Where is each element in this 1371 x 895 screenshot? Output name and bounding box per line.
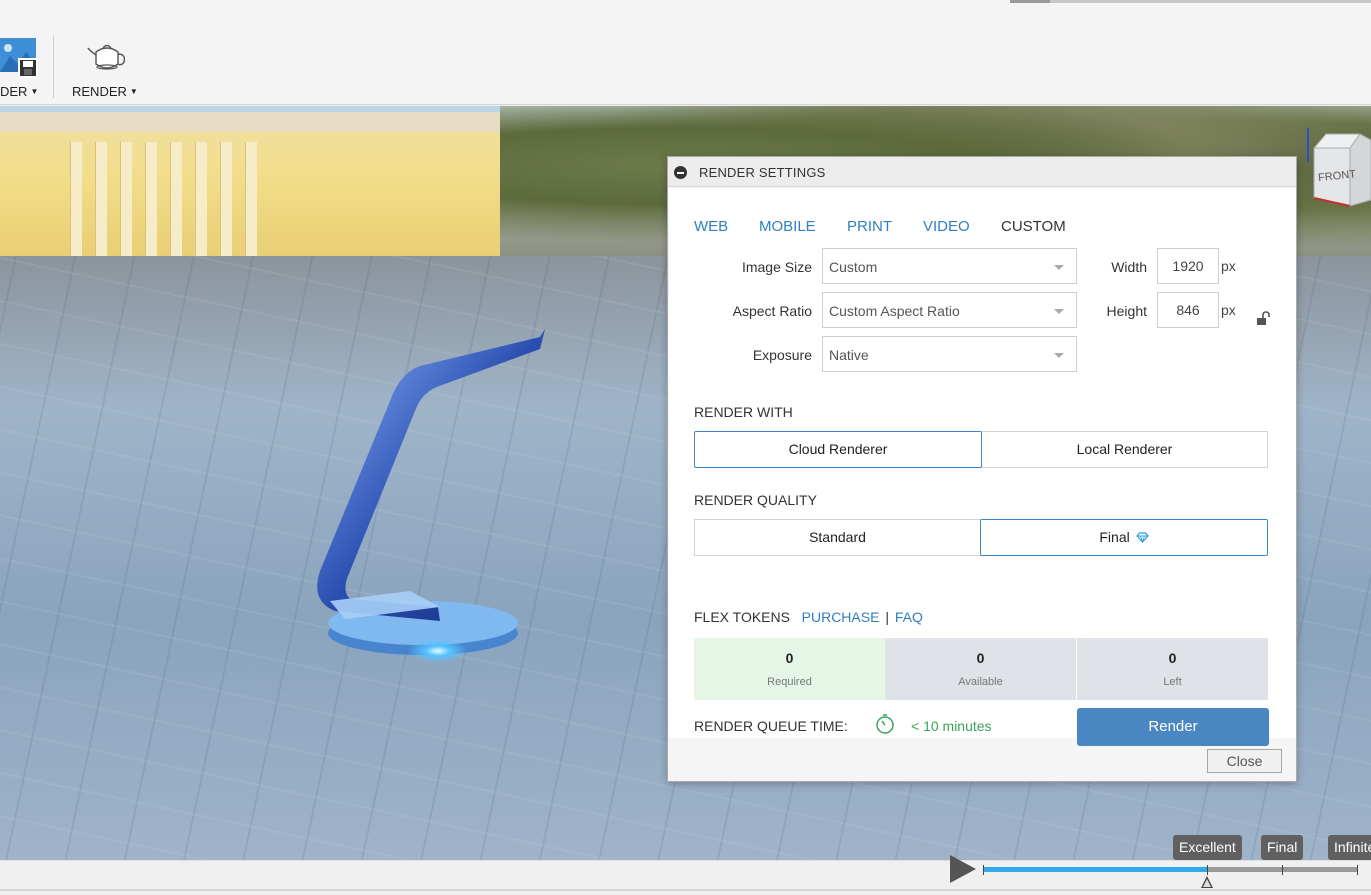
play-icon[interactable] bbox=[950, 855, 976, 883]
render-queue-label: RENDER QUEUE TIME: bbox=[694, 718, 848, 734]
tab-print[interactable]: PRINT bbox=[847, 218, 892, 235]
tab-custom[interactable]: CUSTOM bbox=[1001, 218, 1066, 235]
flex-tokens-summary: 0 Required 0 Available 0 Left bbox=[694, 638, 1268, 700]
flex-tokens-title: FLEX TOKENS bbox=[694, 609, 790, 625]
quality-label-excellent: Excellent bbox=[1173, 835, 1242, 860]
toolbar-separator bbox=[53, 36, 54, 98]
background-building bbox=[0, 112, 520, 272]
image-size-value: Custom bbox=[829, 259, 878, 275]
render-with-title: RENDER WITH bbox=[694, 404, 793, 420]
tokens-available-value: 0 bbox=[976, 650, 985, 666]
toolbar-top-scrollbar[interactable] bbox=[1010, 0, 1371, 3]
standard-quality-option[interactable]: Standard bbox=[694, 519, 981, 556]
tokens-left-label: Left bbox=[1163, 676, 1182, 688]
tab-web[interactable]: WEB bbox=[694, 218, 728, 235]
tokens-required-value: 0 bbox=[785, 650, 794, 666]
render-quality-track[interactable] bbox=[983, 867, 1358, 872]
tokens-available: 0 Available bbox=[885, 638, 1076, 700]
teapot-icon bbox=[87, 44, 126, 70]
aspect-ratio-value: Custom Aspect Ratio bbox=[829, 303, 960, 319]
view-cube[interactable]: FRONT bbox=[1300, 128, 1371, 208]
progress-marker[interactable] bbox=[1201, 876, 1213, 888]
timer-icon bbox=[876, 714, 894, 734]
image-size-label: Image Size bbox=[741, 259, 812, 275]
tokens-left-value: 0 bbox=[1168, 650, 1177, 666]
tab-mobile[interactable]: MOBILE bbox=[759, 218, 816, 235]
width-input[interactable] bbox=[1157, 248, 1219, 284]
left-tool-label[interactable]: DER ▼ bbox=[0, 84, 38, 99]
faq-link[interactable]: FAQ bbox=[895, 609, 923, 625]
render-quality-title: RENDER QUALITY bbox=[694, 492, 817, 508]
height-label: Height bbox=[1106, 303, 1147, 319]
status-bar bbox=[0, 860, 1371, 895]
final-quality-label: Final bbox=[1099, 529, 1130, 545]
link-separator: | bbox=[885, 609, 889, 625]
unlock-icon[interactable] bbox=[1255, 311, 1271, 327]
render-tool-label[interactable]: RENDER ▼ bbox=[72, 84, 138, 99]
render-settings-dialog: RENDER SETTINGS WEB MOBILE PRINT VIDEO C… bbox=[667, 156, 1297, 782]
render-with-toggle: Cloud Renderer Local Renderer bbox=[694, 431, 1268, 468]
tab-video[interactable]: VIDEO bbox=[923, 218, 970, 235]
width-unit: px bbox=[1221, 258, 1236, 274]
dialog-body: WEB MOBILE PRINT VIDEO CUSTOM Image Size… bbox=[669, 188, 1296, 746]
chevron-down-icon bbox=[1054, 353, 1064, 358]
quality-label-final: Final bbox=[1261, 835, 1304, 860]
headphone-stand-model[interactable] bbox=[290, 321, 560, 671]
save-image-icon bbox=[0, 38, 38, 78]
render-progress-fill bbox=[983, 867, 1208, 872]
collapse-icon[interactable] bbox=[674, 166, 687, 179]
local-renderer-option[interactable]: Local Renderer bbox=[981, 431, 1268, 468]
dialog-title: RENDER SETTINGS bbox=[699, 165, 826, 180]
quality-label-infinite: Infinite bbox=[1328, 835, 1371, 860]
diamond-icon bbox=[1135, 532, 1149, 544]
cloud-renderer-option[interactable]: Cloud Renderer bbox=[694, 431, 982, 468]
exposure-label: Exposure bbox=[752, 347, 812, 363]
render-tool[interactable]: RENDER ▼ bbox=[66, 36, 146, 100]
tokens-left: 0 Left bbox=[1077, 638, 1268, 700]
toolbar: DER ▼ RENDER ▼ bbox=[0, 0, 1371, 105]
save-image-tool[interactable]: DER ▼ bbox=[0, 36, 48, 100]
height-unit: px bbox=[1221, 302, 1236, 318]
aspect-ratio-label: Aspect Ratio bbox=[732, 303, 812, 319]
purchase-link[interactable]: PURCHASE bbox=[802, 609, 880, 625]
exposure-value: Native bbox=[829, 347, 869, 363]
render-quality-toggle: Standard Final bbox=[694, 519, 1268, 556]
flex-tokens-row: FLEX TOKENS PURCHASE | FAQ bbox=[694, 609, 923, 625]
render-queue-time: < 10 minutes bbox=[911, 718, 992, 734]
exposure-select[interactable]: Native bbox=[822, 336, 1077, 372]
close-button[interactable]: Close bbox=[1207, 749, 1282, 773]
final-quality-option[interactable]: Final bbox=[980, 519, 1268, 556]
tokens-required: 0 Required bbox=[694, 638, 885, 700]
tokens-available-label: Available bbox=[958, 676, 1003, 688]
dialog-header[interactable]: RENDER SETTINGS bbox=[668, 157, 1296, 187]
tokens-required-label: Required bbox=[767, 676, 812, 688]
render-button[interactable]: Render bbox=[1077, 708, 1269, 746]
width-label: Width bbox=[1111, 259, 1147, 275]
height-input[interactable] bbox=[1157, 292, 1219, 328]
